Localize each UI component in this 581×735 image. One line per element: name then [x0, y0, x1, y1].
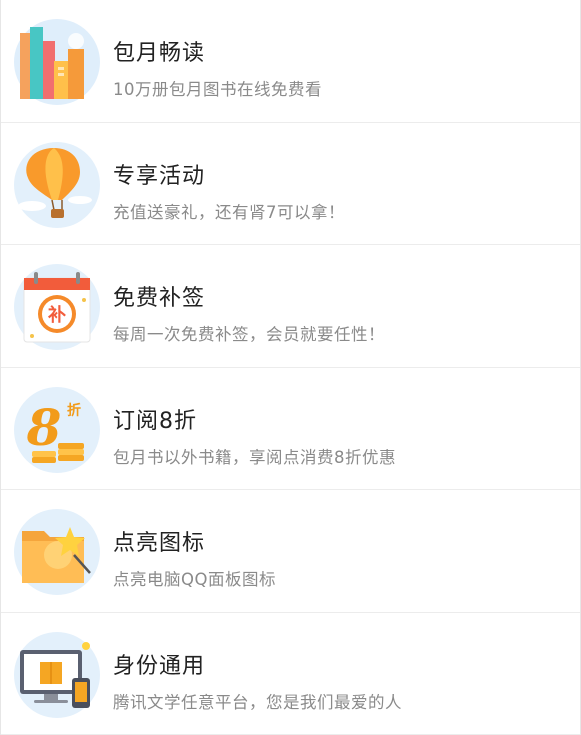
- item-title: 身份通用: [113, 653, 206, 679]
- item-subtitle: 包月书以外书籍，享阅点消费8折优惠: [113, 447, 396, 467]
- item-subtitle: 腾讯文学任意平台，您是我们最爱的人: [113, 692, 402, 712]
- list-item[interactable]: 点亮图标 点亮电脑QQ面板图标: [1, 490, 580, 613]
- item-title: 点亮图标: [113, 531, 206, 556]
- list-item[interactable]: 包月畅读 10万册包月图书在线免费看: [1, 0, 580, 123]
- list-item[interactable]: 8 折 订阅8折 包月书以外书籍，享阅点消费8折优惠: [1, 368, 580, 490]
- discount-digit: 8: [26, 398, 62, 457]
- calendar-checkin-icon: 补: [14, 264, 100, 350]
- item-subtitle: 10万册包月图书在线免费看: [113, 80, 322, 99]
- member-benefits-list: 包月畅读 10万册包月图书在线免费看 专享活动 充值送豪礼，还有肾7可以拿！ 补…: [0, 0, 581, 735]
- list-item[interactable]: 补 免费补签 每周一次免费补签，会员就要任性！: [1, 245, 580, 368]
- books-icon: [14, 19, 100, 105]
- list-item[interactable]: 专享活动 充值送豪礼，还有肾7可以拿！: [1, 123, 580, 245]
- hot-air-balloon-icon: [14, 141, 100, 228]
- discount-coins-icon: 8 折: [14, 386, 100, 473]
- item-subtitle: 充值送豪礼，还有肾7可以拿！: [113, 202, 345, 222]
- item-title: 包月畅读: [113, 41, 206, 66]
- star-folder-icon: [14, 509, 100, 595]
- item-subtitle: 每周一次免费补签，会员就要任性！: [113, 325, 385, 344]
- item-subtitle: 点亮电脑QQ面板图标: [113, 570, 276, 589]
- item-title: 专享活动: [113, 163, 206, 189]
- calendar-badge-text: 补: [47, 304, 66, 326]
- item-title: 免费补签: [113, 286, 206, 311]
- multi-device-icon: [14, 631, 100, 718]
- item-title: 订阅8折: [113, 408, 197, 434]
- list-item[interactable]: 身份通用 腾讯文学任意平台，您是我们最爱的人: [1, 613, 580, 735]
- discount-zhe: 折: [67, 402, 81, 419]
